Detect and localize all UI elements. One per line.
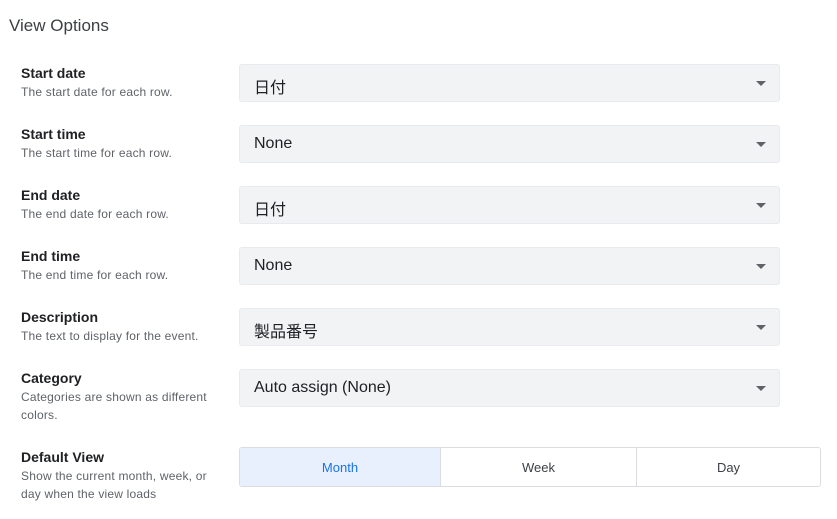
field-description: The text to display for the event.: [21, 329, 199, 343]
field-label: End time: [21, 248, 81, 264]
field-description-line: day when the view loads: [21, 487, 157, 501]
field-description: Categories are shown as different colors…: [21, 388, 221, 424]
field-description: The start time for each row.: [21, 146, 172, 160]
field-label-block: End date The end date for each row.: [21, 186, 221, 223]
field-description-line: colors.: [21, 408, 58, 422]
category-select[interactable]: Auto assign (None): [239, 369, 780, 407]
select-value: 日付: [254, 202, 287, 219]
field-label: Default View: [21, 449, 104, 465]
default-view-segmented-control: Month Week Day: [239, 447, 821, 487]
select-value: None: [254, 257, 293, 274]
field-description-line: Categories are shown as different: [21, 390, 207, 404]
field-description: The end date for each row.: [21, 207, 169, 221]
field-label: Start date: [21, 65, 86, 81]
chevron-down-icon: [756, 386, 766, 391]
field-label: Category: [21, 370, 82, 386]
select-value: Auto assign (None): [254, 379, 391, 396]
view-option-day[interactable]: Day: [637, 448, 820, 486]
field-label-block: Description The text to display for the …: [21, 308, 221, 345]
description-select[interactable]: 製品番号: [239, 308, 780, 346]
field-description-line: Show the current month, week, or: [21, 469, 207, 483]
view-options-panel: View Options Start date The start date f…: [0, 0, 837, 519]
start-date-select[interactable]: 日付: [239, 64, 780, 102]
field-label-block: End time The end time for each row.: [21, 247, 221, 284]
chevron-down-icon: [756, 264, 766, 269]
chevron-down-icon: [756, 142, 766, 147]
view-option-week[interactable]: Week: [441, 448, 637, 486]
select-value: 製品番号: [254, 324, 319, 341]
field-label-block: Start date The start date for each row.: [21, 64, 221, 101]
field-description: The start date for each row.: [21, 85, 173, 99]
chevron-down-icon: [756, 203, 766, 208]
section-title: View Options: [9, 16, 109, 35]
field-description: Show the current month, week, or day whe…: [21, 467, 221, 503]
start-time-select[interactable]: None: [239, 125, 780, 163]
field-label-block: Category Categories are shown as differe…: [21, 369, 221, 424]
field-label: End date: [21, 187, 81, 203]
select-value: 日付: [254, 80, 287, 97]
select-value: None: [254, 135, 293, 152]
view-option-month[interactable]: Month: [240, 448, 441, 486]
end-date-select[interactable]: 日付: [239, 186, 780, 224]
chevron-down-icon: [756, 325, 766, 330]
field-label: Start time: [21, 126, 86, 142]
field-label: Description: [21, 309, 99, 325]
field-label-block: Start time The start time for each row.: [21, 125, 221, 162]
end-time-select[interactable]: None: [239, 247, 780, 285]
field-description: The end time for each row.: [21, 268, 169, 282]
chevron-down-icon: [756, 81, 766, 86]
field-label-block: Default View Show the current month, wee…: [21, 448, 221, 503]
